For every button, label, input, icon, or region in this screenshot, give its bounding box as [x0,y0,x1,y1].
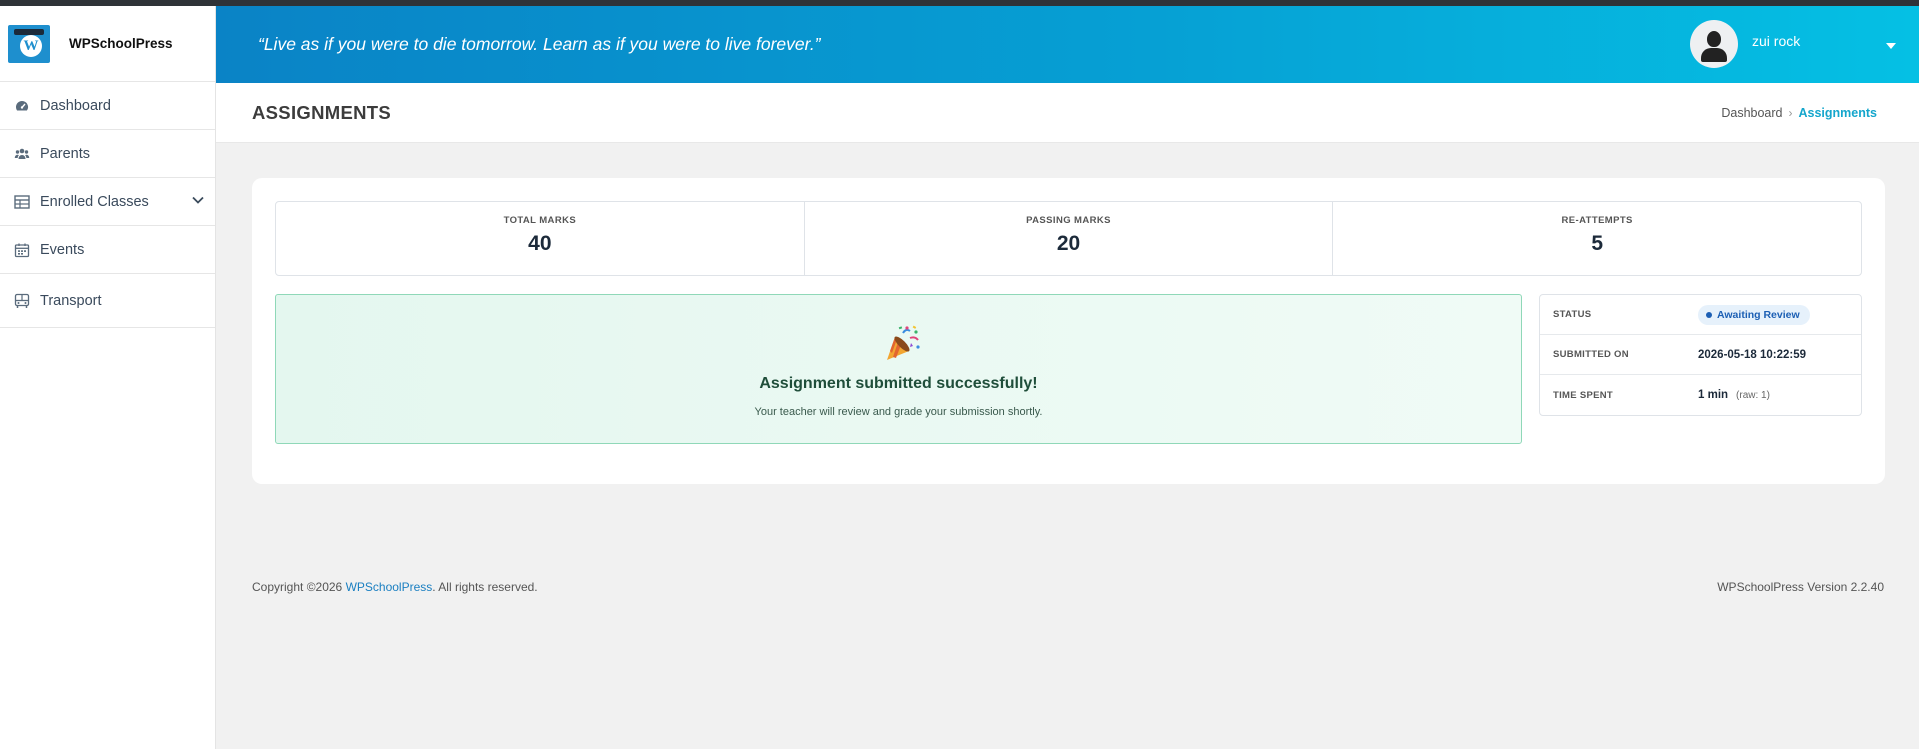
detail-value: 2026-05-18 10:22:59 [1698,348,1807,361]
bus-icon [14,293,30,308]
users-icon [14,148,30,159]
copyright-prefix: Copyright ©2026 [252,580,346,594]
brand-name: WPSchoolPress [69,36,173,51]
top-header: “Live as if you were to die tomorrow. Le… [216,6,1919,83]
sidebar-item-parents[interactable]: Parents [0,130,215,178]
sidebar-item-label: Dashboard [40,97,111,114]
caret-down-icon[interactable] [1886,43,1896,49]
sidebar-item-label: Events [40,241,85,258]
chevron-right-icon: › [1788,106,1793,120]
stat-value: 40 [528,232,552,255]
success-subtitle: Your teacher will review and grade your … [754,406,1043,418]
stat-label: TOTAL MARKS [503,215,577,226]
copyright-suffix: . All rights reserved. [432,580,538,594]
status-badge-text: Awaiting Review [1717,308,1800,321]
calendar-icon [14,243,30,257]
user-name[interactable]: zui rock [1752,33,1800,49]
detail-label: TIME SPENT [1553,389,1614,401]
avatar[interactable] [1690,20,1738,68]
assignment-card: TOTAL MARKS 40 PASSING MARKS 20 RE-ATTEM… [252,178,1885,484]
sidebar-item-transport[interactable]: Transport [0,274,215,328]
stat-passing-marks: PASSING MARKS 20 [805,202,1334,275]
footer-brand-link[interactable]: WPSchoolPress [346,580,433,594]
status-badge: Awaiting Review [1698,304,1810,325]
stats-row: TOTAL MARKS 40 PASSING MARKS 20 RE-ATTEM… [275,201,1862,276]
detail-raw-value: (raw: 1) [1736,389,1770,401]
stat-value: 20 [1056,232,1081,255]
stat-total-marks: TOTAL MARKS 40 [276,202,805,275]
status-dot-icon [1706,311,1712,318]
detail-row-submitted-on: SUBMITTED ON 2026-05-18 10:22:59 [1540,335,1861,375]
submission-details: STATUS Awaiting Review SUBMITTED ON 2026… [1539,294,1862,416]
stat-reattempts: RE-ATTEMPTS 5 [1333,202,1861,275]
footer-copyright: Copyright ©2026 WPSchoolPress. All right… [252,580,538,594]
detail-value: 1 min [1698,389,1729,401]
detail-label: STATUS [1553,309,1592,320]
success-title: Assignment submitted successfully! [759,375,1038,392]
sidebar-item-label: Enrolled Classes [40,193,149,210]
sidebar-item-label: Transport [40,292,102,309]
detail-row-time-spent: TIME SPENT 1 min (raw: 1) [1540,375,1861,415]
chevron-down-icon[interactable] [191,193,205,207]
detail-label: SUBMITTED ON [1553,349,1629,360]
stat-value: 5 [1591,232,1604,255]
sidebar-item-events[interactable]: Events [0,226,215,274]
user-menu[interactable]: zui rock [1690,20,1800,68]
dashboard-icon [16,100,29,110]
breadcrumb-dashboard-link[interactable]: Dashboard [1721,106,1782,120]
brand-logo-icon: W [8,24,50,63]
page-title: ASSIGNMENTS [252,102,391,123]
page-title-bar: ASSIGNMENTS Dashboard › Assignments [216,83,1919,143]
breadcrumb-current: Assignments [1798,106,1878,120]
success-panel: Assignment submitted successfully! Your … [275,294,1522,444]
brand[interactable]: W WPSchoolPress [0,6,215,82]
breadcrumb: Dashboard › Assignments [1721,106,1877,120]
stat-label: RE-ATTEMPTS [1561,215,1633,226]
stat-label: PASSING MARKS [1026,215,1111,226]
party-popper-icon [887,325,920,360]
sidebar-item-label: Parents [40,145,90,162]
detail-row-status: STATUS Awaiting Review [1540,295,1861,335]
sidebar-item-enrolled-classes[interactable]: Enrolled Classes [0,178,215,226]
sidebar-item-dashboard[interactable]: Dashboard [0,82,215,130]
sidebar: W WPSchoolPress Dashboard Parents Enroll… [0,6,216,749]
footer-version: WPSchoolPress Version 2.2.40 [1717,580,1884,594]
table-icon [14,194,30,209]
header-quote: “Live as if you were to die tomorrow. Le… [258,34,821,54]
